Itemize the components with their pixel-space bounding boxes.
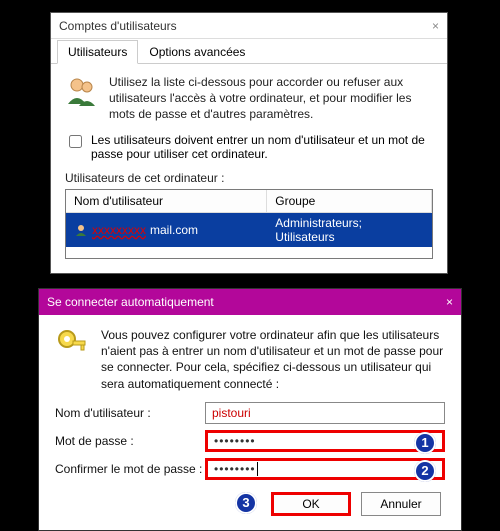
dialog-intro-text: Vous pouvez configurer votre ordinateur … xyxy=(101,327,445,392)
text-cursor xyxy=(257,462,258,476)
dialog-title: Se connecter automatiquement xyxy=(47,289,214,315)
ok-button[interactable]: OK xyxy=(271,492,351,516)
username-field[interactable]: pistouri xyxy=(205,402,445,424)
confirm-password-field[interactable]: •••••••• 2 xyxy=(205,458,445,480)
label-confirm: Confirmer le mot de passe : xyxy=(55,462,205,476)
dialog-intro-row: Vous pouvez configurer votre ordinateur … xyxy=(55,327,445,392)
user-icon xyxy=(74,223,88,237)
cancel-button[interactable]: Annuler xyxy=(361,492,441,516)
intro-row: Utilisez la liste ci-dessous pour accord… xyxy=(65,74,433,123)
row-password: Mot de passe : •••••••• 1 xyxy=(55,430,445,452)
users-icon xyxy=(65,74,99,123)
tab-users[interactable]: Utilisateurs xyxy=(57,40,138,64)
window-title: Comptes d'utilisateurs xyxy=(59,13,177,38)
cell-group: Administrateurs; Utilisateurs xyxy=(267,213,432,247)
key-icon xyxy=(55,327,89,392)
ok-label: OK xyxy=(302,497,319,511)
titlebar: Comptes d'utilisateurs × xyxy=(51,13,447,39)
tab-advanced[interactable]: Options avancées xyxy=(138,40,256,64)
row-username: Nom d'utilisateur : pistouri xyxy=(55,402,445,424)
close-icon[interactable]: × xyxy=(432,13,439,38)
username-value: pistouri xyxy=(212,406,251,420)
cancel-label: Annuler xyxy=(380,497,421,511)
user-accounts-window: Comptes d'utilisateurs × Utilisateurs Op… xyxy=(50,12,448,274)
button-row: 3 OK Annuler xyxy=(55,492,445,516)
auto-signin-dialog: Se connecter automatiquement × Vous pouv… xyxy=(38,288,462,531)
table-row[interactable]: xxxxxxxxx mail.com Administrateurs; Utili… xyxy=(66,213,432,247)
must-login-row: Les utilisateurs doivent entrer un nom d… xyxy=(65,133,433,161)
close-icon[interactable]: × xyxy=(446,289,453,315)
col-header-group[interactable]: Groupe xyxy=(267,190,432,213)
must-login-checkbox[interactable] xyxy=(69,135,82,148)
cell-username: xxxxxxxxx mail.com xyxy=(66,213,267,247)
form: Nom d'utilisateur : pistouri Mot de pass… xyxy=(55,402,445,516)
username-suffix: mail.com xyxy=(150,223,198,237)
callout-1: 1 xyxy=(414,432,436,454)
row-confirm: Confirmer le mot de passe : •••••••• 2 xyxy=(55,458,445,480)
password-mask: •••••••• xyxy=(214,434,256,448)
confirm-mask: •••••••• xyxy=(214,462,256,476)
callout-2: 2 xyxy=(414,460,436,482)
dialog-body: Vous pouvez configurer votre ordinateur … xyxy=(39,315,461,530)
col-header-user[interactable]: Nom d'utilisateur xyxy=(66,190,267,213)
dialog-titlebar: Se connecter automatiquement × xyxy=(39,289,461,315)
callout-3: 3 xyxy=(235,492,257,514)
password-field[interactable]: •••••••• 1 xyxy=(205,430,445,452)
users-list-label: Utilisateurs de cet ordinateur : xyxy=(65,171,433,185)
tab-pane: Utilisez la liste ci-dessous pour accord… xyxy=(51,64,447,273)
username-obfuscated: xxxxxxxxx xyxy=(92,223,146,237)
label-password: Mot de passe : xyxy=(55,434,205,448)
users-list: Nom d'utilisateur Groupe xxxxxxxxx mail.c… xyxy=(65,189,433,259)
intro-text: Utilisez la liste ci-dessous pour accord… xyxy=(109,74,433,123)
list-header: Nom d'utilisateur Groupe xyxy=(66,190,432,213)
must-login-label: Les utilisateurs doivent entrer un nom d… xyxy=(91,133,433,161)
label-username: Nom d'utilisateur : xyxy=(55,406,205,420)
tabstrip: Utilisateurs Options avancées xyxy=(51,39,447,64)
